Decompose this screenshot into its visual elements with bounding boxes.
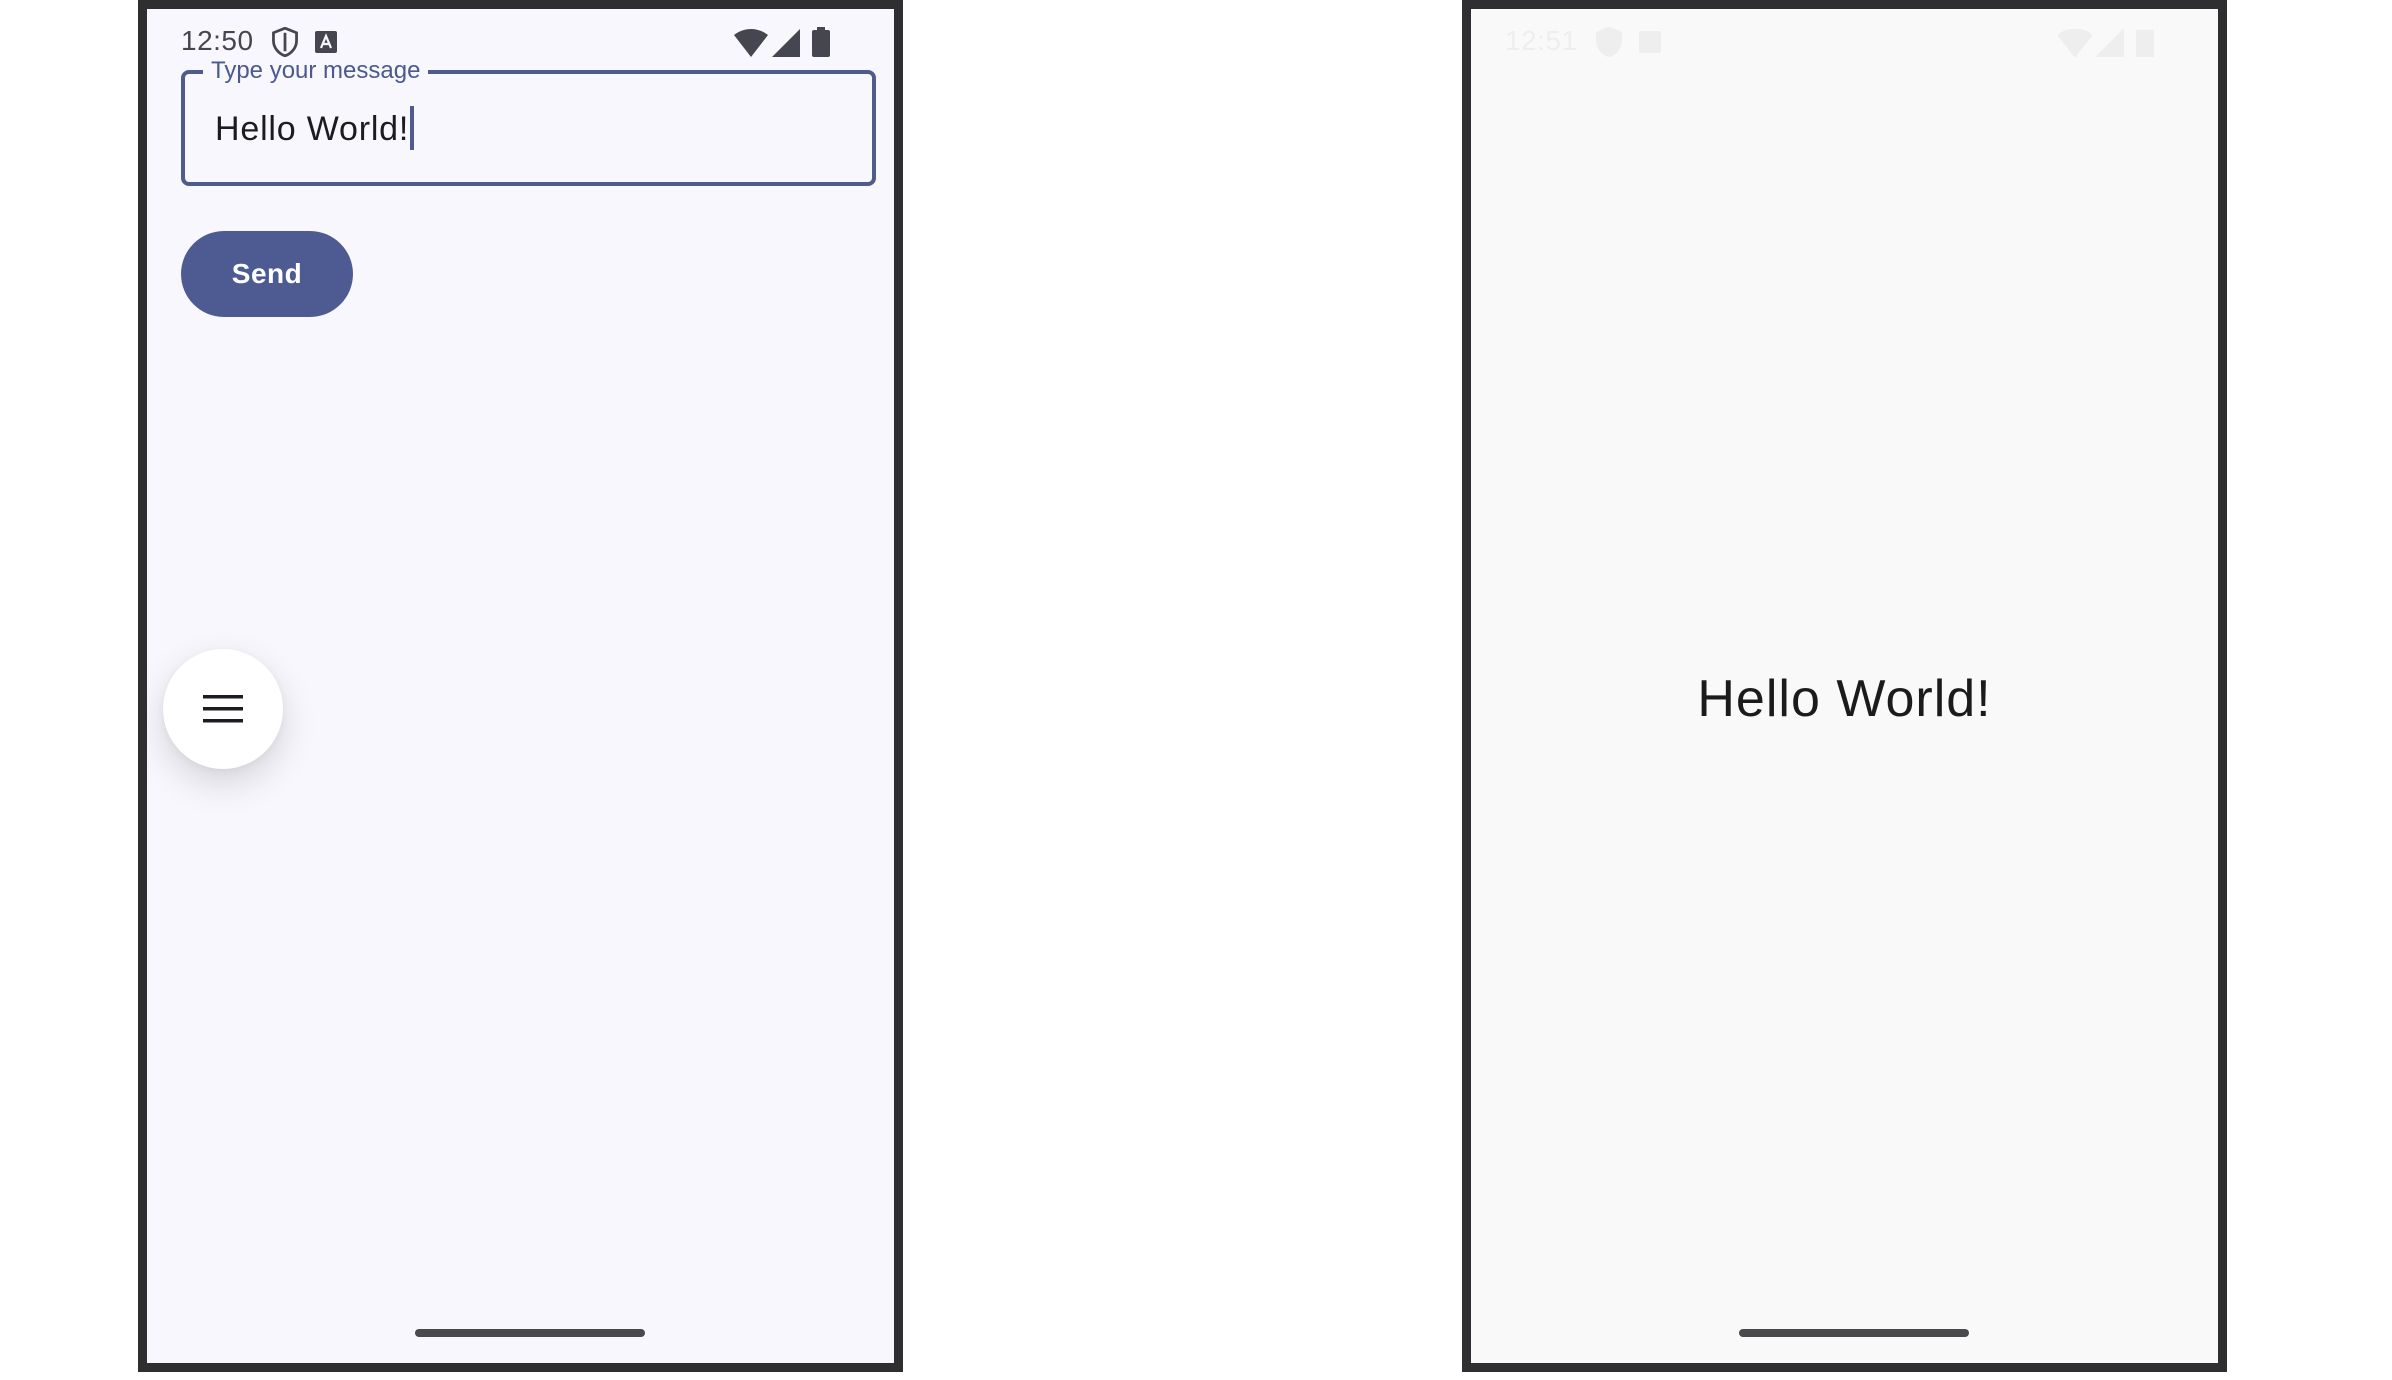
- phone-screen-compose: 12:50 Type your message Hello World! Sen…: [138, 0, 903, 1372]
- shield-icon: [1596, 27, 1622, 57]
- menu-icon: [203, 695, 243, 723]
- status-time: 12:51: [1505, 25, 1578, 56]
- battery-icon: [812, 27, 830, 57]
- phone-screen-display: 12:51 Hello World!: [1462, 0, 2227, 1372]
- signal-icon: [2096, 29, 2124, 57]
- menu-button[interactable]: [163, 649, 283, 769]
- message-input-value: Hello World!: [215, 106, 415, 151]
- battery-icon: [2136, 29, 2154, 57]
- message-input[interactable]: Type your message Hello World!: [181, 58, 876, 186]
- home-indicator[interactable]: [415, 1329, 645, 1337]
- shield-icon: [272, 27, 298, 57]
- wifi-icon: [734, 29, 768, 57]
- signal-icon: [772, 29, 800, 57]
- text-cursor: [410, 106, 415, 151]
- keyboard-a-icon: [315, 31, 337, 53]
- home-indicator[interactable]: [1739, 1329, 1969, 1337]
- wifi-icon: [2058, 29, 2092, 57]
- message-input-label: Type your message: [203, 58, 429, 84]
- status-time: 12:50: [181, 25, 254, 56]
- status-bar: 12:50: [147, 9, 894, 61]
- message-display: Hello World!: [1697, 670, 1992, 728]
- status-bar: 12:51: [1471, 9, 2218, 61]
- send-button[interactable]: Send: [181, 231, 353, 317]
- keyboard-a-icon: [1639, 31, 1661, 53]
